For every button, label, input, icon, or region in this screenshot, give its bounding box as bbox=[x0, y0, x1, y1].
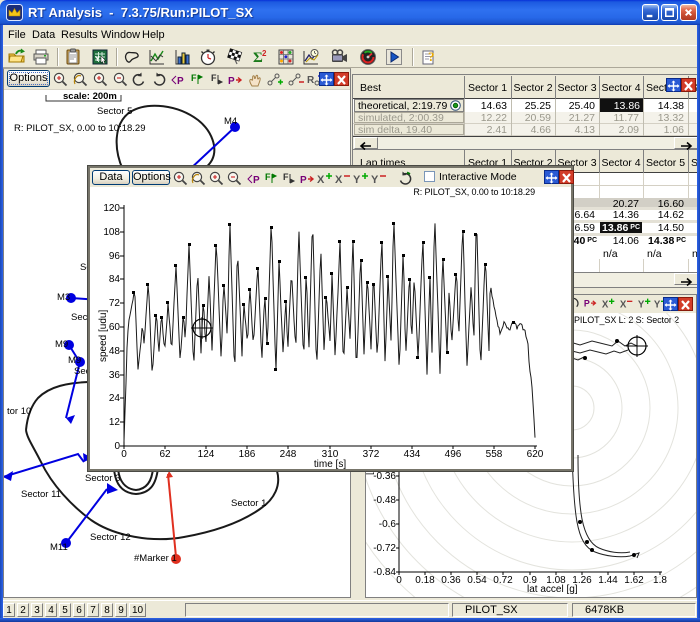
svg-text:M3: M3 bbox=[57, 292, 70, 303]
svg-text:60: 60 bbox=[109, 322, 121, 333]
svg-text:Sector 11: Sector 11 bbox=[21, 489, 61, 500]
svg-text:Y: Y bbox=[654, 300, 661, 311]
svg-text:F: F bbox=[265, 172, 271, 182]
svg-text:1.44: 1.44 bbox=[598, 575, 618, 586]
svg-text:P: P bbox=[228, 76, 235, 87]
svg-text:-0.84: -0.84 bbox=[373, 567, 396, 578]
svg-text:X: X bbox=[317, 174, 325, 186]
svg-text:X: X bbox=[620, 300, 627, 311]
svg-text:-0.72: -0.72 bbox=[373, 543, 396, 554]
svg-text:84: 84 bbox=[109, 274, 121, 285]
svg-text:0: 0 bbox=[396, 575, 402, 586]
svg-text:Sector 3: Sector 3 bbox=[85, 473, 120, 484]
svg-text:0: 0 bbox=[114, 441, 120, 452]
svg-text:?: ? bbox=[428, 49, 435, 64]
svg-text:Y: Y bbox=[95, 56, 100, 63]
svg-text:Sector 12: Sector 12 bbox=[90, 532, 131, 543]
svg-text:62: 62 bbox=[159, 449, 171, 460]
svg-text:620: 620 bbox=[527, 449, 544, 460]
svg-text:F: F bbox=[283, 172, 289, 182]
svg-text:96: 96 bbox=[109, 251, 121, 262]
svg-text:-0.6: -0.6 bbox=[379, 519, 397, 530]
svg-text:120: 120 bbox=[103, 203, 120, 214]
svg-text:0.18: 0.18 bbox=[415, 575, 435, 586]
svg-text:X: X bbox=[602, 300, 609, 311]
svg-text:time [s]: time [s] bbox=[314, 459, 346, 469]
svg-text:434: 434 bbox=[404, 449, 421, 460]
svg-text:108: 108 bbox=[103, 227, 120, 238]
svg-text:248: 248 bbox=[280, 449, 297, 460]
svg-text:-0.36: -0.36 bbox=[373, 471, 396, 482]
svg-text:speed [udu]: speed [udu] bbox=[98, 310, 109, 362]
svg-text:M9: M9 bbox=[68, 355, 81, 366]
svg-text:Sector 1: Sector 1 bbox=[231, 498, 266, 509]
svg-text:Y: Y bbox=[353, 174, 361, 186]
svg-text:F: F bbox=[211, 73, 217, 83]
svg-text:72: 72 bbox=[109, 298, 121, 309]
svg-text:X: X bbox=[335, 174, 343, 186]
svg-text:36: 36 bbox=[109, 370, 121, 381]
svg-text:372: 372 bbox=[363, 449, 380, 460]
svg-text:P: P bbox=[300, 175, 307, 186]
svg-text:124: 124 bbox=[198, 449, 215, 460]
svg-text:P: P bbox=[584, 299, 590, 309]
svg-text:R: R bbox=[307, 75, 315, 86]
svg-text:P: P bbox=[253, 175, 260, 186]
svg-text:F: F bbox=[191, 73, 197, 83]
svg-text:Sector 5: Sector 5 bbox=[97, 106, 132, 117]
svg-text:M11: M11 bbox=[50, 542, 68, 553]
svg-text:12: 12 bbox=[109, 417, 121, 428]
svg-text:R: PILOT_SX, 0.00 to 10:18.29: R: PILOT_SX, 0.00 to 10:18.29 bbox=[14, 123, 146, 134]
svg-text:2: 2 bbox=[262, 49, 267, 58]
svg-text:0: 0 bbox=[121, 449, 127, 460]
svg-text:#Marker 1: #Marker 1 bbox=[134, 553, 177, 564]
svg-text:0.36: 0.36 bbox=[441, 575, 461, 586]
svg-text:558: 558 bbox=[486, 449, 503, 460]
svg-text:186: 186 bbox=[239, 449, 256, 460]
svg-text:scale: 200m: scale: 200m bbox=[63, 91, 117, 102]
svg-text:0.72: 0.72 bbox=[493, 575, 513, 586]
svg-text:M9: M9 bbox=[55, 339, 68, 350]
svg-text:tor 10: tor 10 bbox=[7, 406, 31, 417]
svg-text:-0.48: -0.48 bbox=[373, 495, 396, 506]
svg-text:0.54: 0.54 bbox=[467, 575, 487, 586]
svg-text:P: P bbox=[177, 76, 184, 87]
svg-text:Y: Y bbox=[371, 174, 379, 186]
svg-text:lat accel [g]: lat accel [g] bbox=[527, 584, 578, 595]
svg-text:1.62: 1.62 bbox=[624, 575, 644, 586]
svg-text:48: 48 bbox=[109, 346, 121, 357]
svg-text:M4: M4 bbox=[224, 116, 237, 127]
svg-text:1.8: 1.8 bbox=[653, 575, 667, 586]
svg-text:496: 496 bbox=[445, 449, 462, 460]
svg-text:24: 24 bbox=[109, 393, 121, 404]
svg-text:Y: Y bbox=[638, 300, 645, 311]
